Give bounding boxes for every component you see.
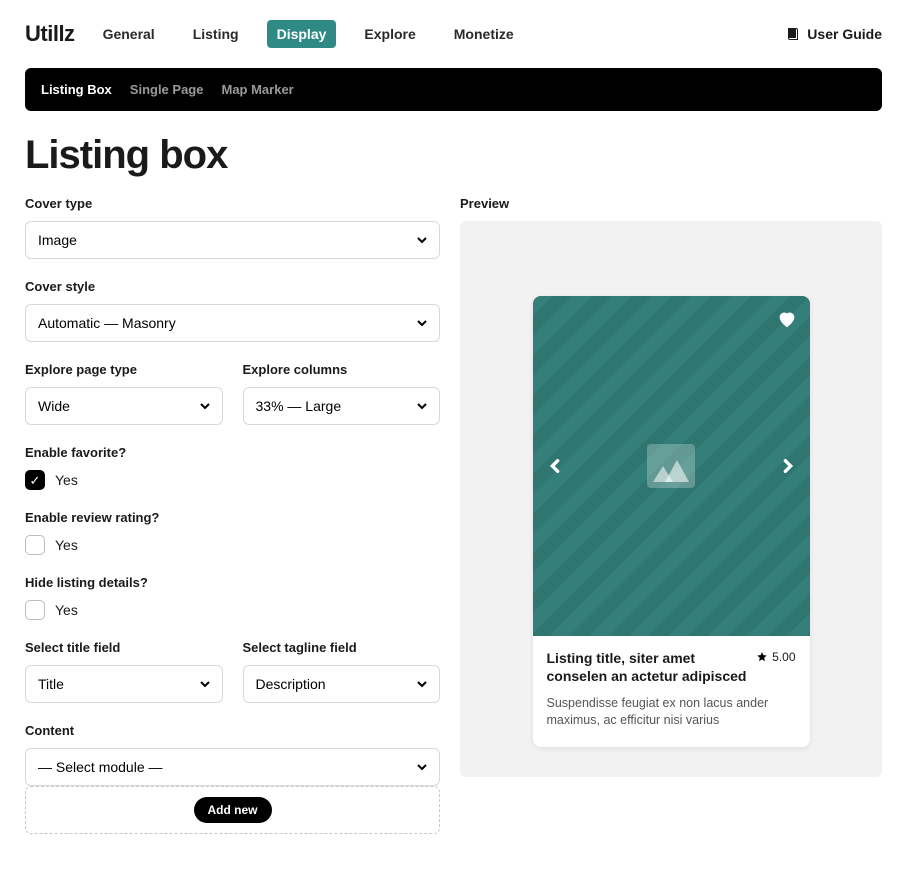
topnav-item-explore[interactable]: Explore	[354, 20, 425, 48]
card-rating: 5.00	[756, 650, 795, 664]
topbar: Utillz General Listing Display Explore M…	[25, 0, 882, 68]
cover-type-select[interactable]: Image	[25, 221, 440, 259]
topnav-item-listing[interactable]: Listing	[183, 20, 249, 48]
listing-card[interactable]: Listing title, siter amet conselen an ac…	[533, 296, 810, 747]
select-tagline-label: Select tagline field	[243, 640, 441, 655]
topnav-item-display[interactable]: Display	[267, 20, 337, 48]
content-label: Content	[25, 723, 440, 738]
explore-columns-select[interactable]: 33% — Large	[243, 387, 441, 425]
preview-area: Listing title, siter amet conselen an ac…	[460, 221, 882, 777]
card-title: Listing title, siter amet conselen an ac…	[547, 650, 749, 685]
rating-value: 5.00	[772, 650, 795, 664]
card-description: Suspendisse feugiat ex non lacus ander m…	[547, 695, 796, 729]
preview-column: Preview Listing title,	[460, 196, 882, 854]
enable-favorite-checkbox[interactable]	[25, 470, 45, 490]
next-arrow-icon[interactable]	[776, 454, 800, 478]
user-guide-label: User Guide	[807, 26, 882, 42]
subnav-item-map-marker[interactable]: Map Marker	[221, 82, 293, 97]
topnav: Utillz General Listing Display Explore M…	[25, 20, 524, 48]
favorite-icon[interactable]	[776, 308, 798, 330]
cover-style-select[interactable]: Automatic — Masonry	[25, 304, 440, 342]
star-icon	[756, 651, 768, 663]
explore-page-type-label: Explore page type	[25, 362, 223, 377]
enable-favorite-option: Yes	[55, 472, 78, 488]
hide-details-option: Yes	[55, 602, 78, 618]
page-title: Listing box	[25, 133, 882, 178]
select-title-label: Select title field	[25, 640, 223, 655]
explore-page-type-select[interactable]: Wide	[25, 387, 223, 425]
add-new-button[interactable]: Add new	[194, 797, 272, 823]
form-column: Cover type Image Cover style Automatic —…	[25, 196, 440, 854]
enable-favorite-label: Enable favorite?	[25, 445, 440, 460]
subnav-item-listing-box[interactable]: Listing Box	[41, 82, 112, 97]
topnav-item-general[interactable]: General	[93, 20, 165, 48]
image-placeholder-icon	[647, 444, 695, 488]
preview-label: Preview	[460, 196, 882, 211]
explore-columns-label: Explore columns	[243, 362, 441, 377]
user-guide-link[interactable]: User Guide	[785, 26, 882, 42]
book-icon	[785, 26, 801, 42]
brand-logo[interactable]: Utillz	[25, 21, 75, 47]
hide-details-checkbox[interactable]	[25, 600, 45, 620]
select-title-select[interactable]: Title	[25, 665, 223, 703]
hide-details-label: Hide listing details?	[25, 575, 440, 590]
enable-review-label: Enable review rating?	[25, 510, 440, 525]
content-module-select[interactable]: — Select module —	[25, 748, 440, 786]
enable-review-checkbox[interactable]	[25, 535, 45, 555]
cover-type-label: Cover type	[25, 196, 440, 211]
subnav-item-single-page[interactable]: Single Page	[130, 82, 204, 97]
subnav: Listing Box Single Page Map Marker	[25, 68, 882, 111]
content-dropzone: Add new	[25, 786, 440, 834]
topnav-item-monetize[interactable]: Monetize	[444, 20, 524, 48]
card-cover-image	[533, 296, 810, 636]
prev-arrow-icon[interactable]	[543, 454, 567, 478]
cover-style-label: Cover style	[25, 279, 440, 294]
select-tagline-select[interactable]: Description	[243, 665, 441, 703]
enable-review-option: Yes	[55, 537, 78, 553]
